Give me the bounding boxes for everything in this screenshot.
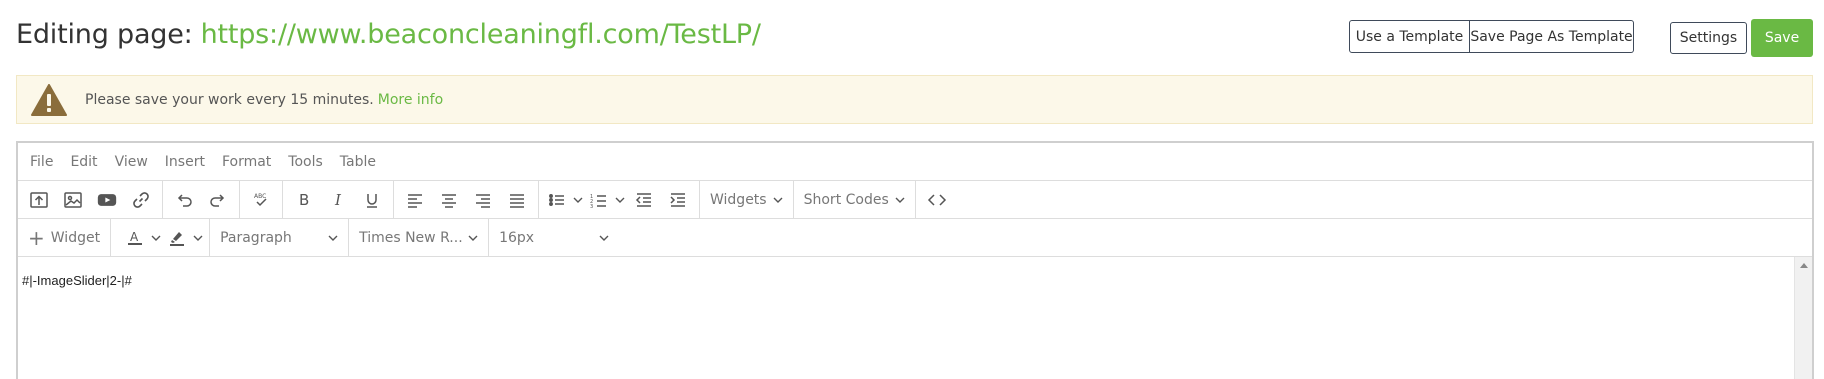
alert-message: Please save your work every 15 minutes. <box>85 91 374 108</box>
svg-text:I: I <box>334 191 342 209</box>
chevron-down-icon <box>895 196 905 204</box>
add-widget-label: Widget <box>50 229 101 246</box>
align-right-icon[interactable] <box>466 185 500 215</box>
color-group: A <box>111 219 211 256</box>
more-info-link[interactable]: More info <box>378 92 443 108</box>
shortcodes-dropdown-label: Short Codes <box>803 191 889 208</box>
image-icon[interactable] <box>56 185 90 215</box>
template-button-group: Use a Template Save Page As Template <box>1349 20 1634 53</box>
toolbar-list-group: 123 <box>539 181 700 218</box>
toolbar-align-group <box>394 181 539 218</box>
bullet-list-split[interactable] <box>543 185 585 215</box>
menu-table[interactable]: Table <box>340 154 376 170</box>
italic-icon[interactable]: I <box>321 185 355 215</box>
menu-view[interactable]: View <box>115 154 148 170</box>
toolbar-insert-group <box>18 181 163 218</box>
scroll-up-arrow-icon[interactable] <box>1800 263 1808 268</box>
highlighter-icon[interactable] <box>163 223 191 253</box>
numbered-list-split[interactable]: 123 <box>585 185 627 215</box>
editor-menubar: File Edit View Insert Format Tools Table <box>18 143 1812 181</box>
add-widget-button[interactable]: + Widget <box>18 219 112 256</box>
highlight-color-split[interactable] <box>163 223 205 253</box>
menu-tools[interactable]: Tools <box>288 154 323 170</box>
save-reminder-alert: Please save your work every 15 minutes. … <box>16 75 1813 124</box>
plus-icon: + <box>28 225 45 250</box>
svg-text:ABC: ABC <box>254 193 266 200</box>
editor-toolbar: ABC B I 1 2 3 Widgets Short Codes <box>18 181 1812 219</box>
bullet-list-icon[interactable] <box>543 185 571 215</box>
font-size-select[interactable]: 16px <box>489 219 619 256</box>
toolbar-history-group <box>163 181 240 218</box>
menu-insert[interactable]: Insert <box>165 154 205 170</box>
widgets-dropdown-label: Widgets <box>710 191 767 208</box>
font-family-value: Times New R... <box>359 229 463 246</box>
svg-text:B: B <box>299 191 309 209</box>
text-color-split[interactable]: A <box>121 223 163 253</box>
chevron-down-icon <box>773 196 783 204</box>
block-format-select[interactable]: Paragraph <box>210 219 350 256</box>
settings-button[interactable]: Settings <box>1670 22 1747 54</box>
page-header: Editing page: https://www.beaconcleaningf… <box>16 14 761 54</box>
underline-icon[interactable] <box>355 185 389 215</box>
indent-icon[interactable] <box>661 185 695 215</box>
align-center-icon[interactable] <box>432 185 466 215</box>
page-title-prefix: Editing page: <box>16 18 193 50</box>
warning-icon <box>31 82 69 118</box>
page-url-link[interactable]: https://www.beaconcleaningfl.com/TestLP/ <box>201 19 761 50</box>
numbered-list-icon[interactable]: 123 <box>585 185 613 215</box>
bold-icon[interactable]: B <box>287 185 321 215</box>
chevron-down-icon[interactable] <box>149 234 163 242</box>
editor-content-text: #|-ImageSlider|2-|# <box>22 273 132 288</box>
chevron-down-icon <box>599 230 609 246</box>
outdent-icon[interactable] <box>627 185 661 215</box>
svg-text:A: A <box>130 230 139 244</box>
editor-scrollbar[interactable] <box>1794 257 1812 379</box>
link-icon[interactable] <box>124 185 158 215</box>
font-size-value: 16px <box>499 229 535 246</box>
save-button[interactable]: Save <box>1751 19 1813 57</box>
youtube-icon[interactable] <box>90 185 124 215</box>
chevron-down-icon <box>328 230 338 246</box>
menu-file[interactable]: File <box>30 154 53 170</box>
editor-content-area[interactable]: #|-ImageSlider|2-|# <box>18 257 1812 379</box>
font-family-select[interactable]: Times New R... <box>349 219 490 256</box>
menu-format[interactable]: Format <box>222 154 271 170</box>
align-left-icon[interactable] <box>398 185 432 215</box>
chevron-down-icon[interactable] <box>571 196 585 204</box>
toolbar-spellcheck-group: ABC <box>240 181 283 218</box>
rich-text-editor: File Edit View Insert Format Tools Table <box>16 141 1814 379</box>
toolbar-text-style-group: B I <box>283 181 394 218</box>
align-justify-icon[interactable] <box>500 185 534 215</box>
editor-format-toolbar: + Widget A Paragraph Times New R... 16px <box>18 219 1812 257</box>
block-format-value: Paragraph <box>220 229 292 246</box>
upload-icon[interactable] <box>22 185 56 215</box>
save-as-template-button[interactable]: Save Page As Template <box>1470 20 1634 53</box>
chevron-down-icon[interactable] <box>191 234 205 242</box>
widgets-dropdown[interactable]: Widgets <box>700 181 794 218</box>
shortcodes-dropdown[interactable]: Short Codes <box>794 181 916 218</box>
svg-text:3: 3 <box>590 204 593 210</box>
menu-edit[interactable]: Edit <box>70 154 97 170</box>
redo-icon[interactable] <box>201 185 235 215</box>
chevron-down-icon <box>468 230 478 246</box>
toolbar-code-group <box>916 181 958 218</box>
chevron-down-icon[interactable] <box>613 196 627 204</box>
spellcheck-icon[interactable]: ABC <box>244 185 278 215</box>
text-color-icon[interactable]: A <box>121 223 149 253</box>
undo-icon[interactable] <box>167 185 201 215</box>
page-title: Editing page: https://www.beaconcleaningf… <box>16 19 761 50</box>
use-template-button[interactable]: Use a Template <box>1349 20 1470 53</box>
source-code-icon[interactable] <box>920 185 954 215</box>
